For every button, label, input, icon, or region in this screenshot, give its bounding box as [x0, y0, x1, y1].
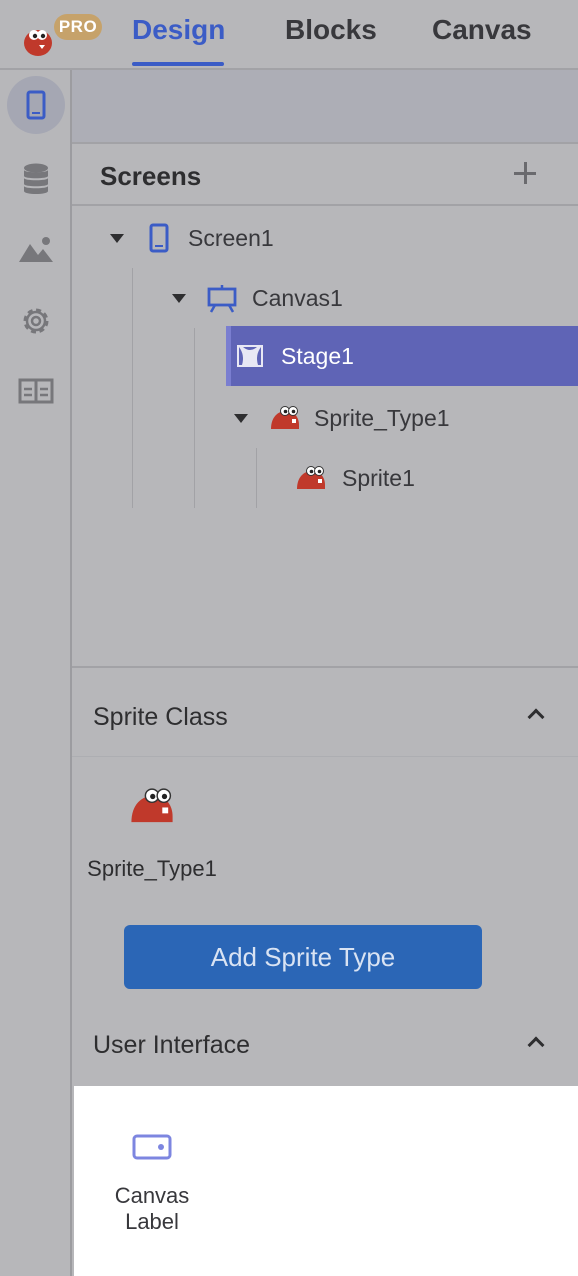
tab-design[interactable]: Design: [132, 14, 225, 66]
canvas-label-line1: Canvas: [114, 1183, 190, 1208]
left-rail: [0, 70, 72, 1276]
screens-header: Screens: [72, 146, 578, 206]
screens-title: Screens: [100, 161, 202, 191]
tab-canvas[interactable]: Canvas: [432, 14, 532, 66]
sprite-type-label: Sprite_Type1: [87, 856, 217, 881]
tree-guide: [256, 448, 257, 508]
sprite-icon: [271, 406, 299, 429]
sprite-icon: [131, 788, 173, 823]
chevron-up-icon[interactable]: [527, 708, 545, 726]
gear-icon: [23, 308, 49, 334]
user-interface-title: User Interface: [93, 1031, 251, 1059]
sprite-class-title: Sprite Class: [93, 703, 228, 731]
canvas-label-line2: Label: [125, 1209, 179, 1234]
rail-design-button[interactable]: [7, 76, 65, 134]
caret-down-icon[interactable]: [172, 293, 186, 303]
caret-down-icon[interactable]: [234, 413, 248, 423]
component-tree: Screen1 Canvas1 Stage1 Sprite_Type1 Spri…: [72, 208, 578, 668]
rail-layout-button[interactable]: [7, 362, 65, 420]
sprite-logo-icon: [24, 30, 52, 56]
add-sprite-type-button[interactable]: Add Sprite Type: [124, 925, 482, 989]
tree-item-stage1[interactable]: Stage1: [226, 326, 578, 386]
tree-item-screen1[interactable]: Screen1: [110, 208, 578, 268]
top-bar: PRO Design Blocks Canvas: [0, 0, 578, 70]
database-icon: [24, 163, 48, 194]
phone-icon: [149, 223, 169, 253]
canvas-easel-icon: [207, 285, 237, 313]
phone-icon: [26, 90, 46, 120]
tree-item-label: Stage1: [281, 342, 354, 369]
tree-item-sprite1[interactable]: Sprite1: [294, 448, 578, 508]
sprite-type-item[interactable]: Sprite_Type1: [72, 783, 232, 882]
tree-guide: [194, 328, 195, 508]
tree-item-label: Canvas1: [252, 284, 343, 311]
tree-item-label: Sprite1: [342, 464, 415, 491]
sprite-class-header[interactable]: Sprite Class: [72, 670, 578, 756]
main-panel: Screens Screen1 Canvas1 Stage1 Sprite_Ty…: [72, 70, 578, 1276]
tree-item-label: Sprite_Type1: [314, 404, 450, 431]
tree-item-sprite-type1[interactable]: Sprite_Type1: [234, 388, 578, 448]
pro-badge: PRO: [54, 14, 102, 40]
caret-down-icon[interactable]: [110, 233, 124, 243]
sprite-icon: [297, 466, 325, 489]
tree-item-canvas1[interactable]: Canvas1: [172, 268, 578, 328]
canvas-label-icon: [132, 1134, 172, 1160]
toolbar-strip: [72, 70, 578, 144]
canvas-label-text: Canvas Label: [74, 1183, 230, 1235]
sprite-class-panel: Sprite_Type1 Add Sprite Type: [72, 756, 578, 1002]
rail-data-button[interactable]: [7, 150, 65, 208]
user-interface-header[interactable]: User Interface: [72, 1002, 578, 1088]
add-screen-button[interactable]: [510, 158, 540, 188]
panel-divider: [72, 666, 578, 668]
rail-media-button[interactable]: [7, 220, 65, 278]
user-interface-panel: Canvas Label: [74, 1086, 578, 1276]
canvas-label-item[interactable]: Canvas Label: [74, 1132, 230, 1235]
tab-blocks[interactable]: Blocks: [285, 14, 377, 66]
image-icon: [19, 237, 53, 262]
layout-icon: [18, 378, 54, 404]
chevron-up-icon[interactable]: [527, 1036, 545, 1054]
tree-guide: [132, 268, 133, 508]
rail-settings-button[interactable]: [7, 292, 65, 350]
app-logo: PRO: [14, 6, 102, 60]
tree-item-label: Screen1: [188, 224, 274, 251]
stage-icon: [237, 345, 263, 367]
